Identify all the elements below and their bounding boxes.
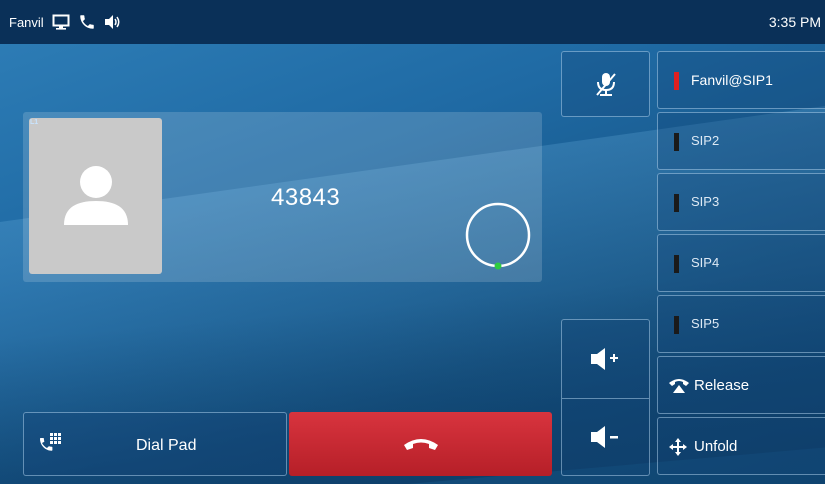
account-label: SIP2 <box>691 133 720 148</box>
unfold-label: Unfold <box>694 438 738 455</box>
person-icon <box>63 166 128 225</box>
account-indicator <box>674 133 679 151</box>
account-sip1[interactable]: Fanvil@SIP1 <box>657 51 825 109</box>
volume-up-icon <box>590 347 618 370</box>
dial-pad-label: Dial Pad <box>136 437 197 454</box>
hangup-icon <box>403 439 438 450</box>
account-indicator <box>674 72 679 90</box>
volume-control <box>561 319 650 476</box>
account-label: SIP3 <box>691 194 720 209</box>
line-tag: L1 <box>30 119 39 126</box>
speaker-icon <box>104 14 122 30</box>
account-indicator <box>674 194 679 212</box>
account-sip4[interactable]: SIP4 <box>657 234 825 292</box>
call-screen: Fanvil 3:35 PM L1 43843 Fanvil@SIP1 SIP2… <box>0 0 825 484</box>
call-card: L1 43843 <box>23 112 542 282</box>
unfold-icon <box>669 438 687 456</box>
account-sip3[interactable]: SIP3 <box>657 173 825 231</box>
avatar <box>29 118 162 274</box>
desktop-icon <box>52 14 70 30</box>
dial-pad-button[interactable]: Dial Pad <box>23 412 287 476</box>
release-label: Release <box>694 377 750 394</box>
account-indicator <box>674 255 679 273</box>
status-bar: Fanvil 3:35 PM <box>0 0 825 44</box>
dialpad-icon <box>40 433 61 451</box>
ringing-circle-icon <box>465 202 531 270</box>
hangup-button[interactable] <box>289 412 552 476</box>
volume-down-icon <box>590 426 618 448</box>
account-sip2[interactable]: SIP2 <box>657 112 825 170</box>
brand-label: Fanvil <box>9 14 44 30</box>
mute-button[interactable] <box>561 51 650 117</box>
volume-down-button[interactable] <box>562 398 649 475</box>
account-label: SIP5 <box>691 316 720 331</box>
account-label: Fanvil@SIP1 <box>691 72 773 88</box>
unfold-button[interactable]: Unfold <box>657 417 825 475</box>
release-icon <box>669 379 689 393</box>
account-sip5[interactable]: SIP5 <box>657 295 825 353</box>
clock: 3:35 PM <box>768 14 821 30</box>
volume-up-button[interactable] <box>562 320 649 397</box>
account-indicator <box>674 316 679 334</box>
phone-icon <box>78 13 96 31</box>
mic-mute-icon <box>595 73 616 96</box>
account-label: SIP4 <box>691 255 720 270</box>
call-number: 43843 <box>271 184 341 211</box>
release-button[interactable]: Release <box>657 356 825 414</box>
